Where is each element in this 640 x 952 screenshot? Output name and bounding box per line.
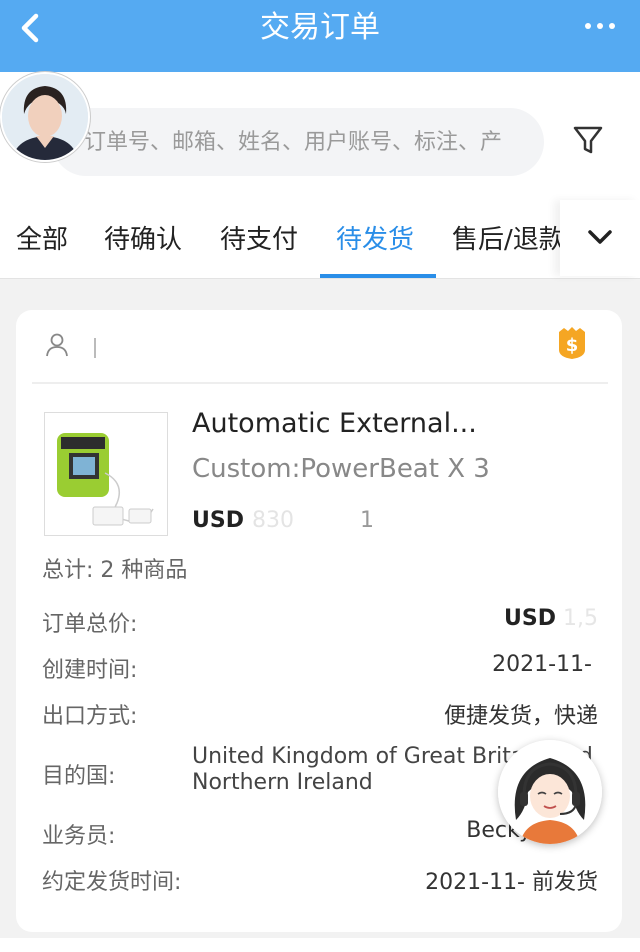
filter-icon[interactable] — [570, 122, 606, 158]
more-button[interactable] — [580, 16, 620, 40]
user-photo — [2, 74, 88, 160]
total-price-amount: 1,5 — [563, 606, 598, 631]
total-price-value: USD 1,5 — [504, 606, 598, 631]
ship-by-label: 约定发货时间: — [42, 870, 182, 895]
product-price-tail: 1 — [360, 508, 374, 533]
order-card-header — [16, 310, 622, 382]
tab-pending-shipment[interactable]: 待发货 — [336, 206, 414, 278]
ship-by-value: 2021-11- 前发货 — [425, 870, 598, 895]
svg-text:$: $ — [566, 335, 579, 356]
search-input[interactable] — [84, 108, 538, 176]
tab-pending-payment[interactable]: 待支付 — [220, 206, 298, 278]
more-icon — [585, 23, 615, 29]
aed-device-image — [45, 413, 167, 535]
page-title: 交易订单 — [260, 10, 380, 45]
product-price-currency: USD — [192, 508, 244, 533]
total-items: 总计: 2 种商品 — [42, 558, 188, 583]
tabs-expand-button[interactable] — [560, 200, 640, 276]
avatar[interactable] — [0, 72, 90, 162]
total-price-label: 订单总价: — [42, 612, 138, 637]
tab-all[interactable]: 全部 — [16, 206, 68, 278]
buyer-name-placeholder — [94, 338, 96, 358]
salesperson-label: 业务员: — [42, 824, 116, 849]
active-tab-indicator — [320, 274, 436, 278]
tab-pending-confirm[interactable]: 待确认 — [104, 206, 182, 278]
divider — [32, 382, 608, 384]
chevron-down-icon — [588, 230, 612, 244]
created-time-value: 2021-11- — [492, 652, 592, 677]
status-tabs: 全部 待确认 待支付 待发货 售后/退款 — [0, 206, 640, 279]
created-time-label: 创建时间: — [42, 658, 138, 683]
product-sku: Custom:PowerBeat X 3 — [192, 454, 490, 484]
tab-after-sales[interactable]: 售后/退款 — [452, 206, 565, 278]
headset-agent-icon — [498, 740, 602, 844]
money-badge-icon: $ — [559, 327, 585, 359]
destination-label: 目的国: — [42, 764, 116, 789]
product-image[interactable] — [44, 412, 168, 536]
product-price-value: 830 — [252, 508, 294, 533]
export-method-label: 出口方式: — [42, 704, 138, 729]
customer-support-button[interactable] — [498, 740, 602, 844]
total-price-currency: USD — [504, 606, 556, 631]
user-icon — [46, 333, 68, 357]
export-method-value: 便捷发货，快递 — [443, 704, 598, 729]
next-card-edge — [0, 938, 640, 952]
chevron-left-icon[interactable] — [14, 10, 50, 46]
product-title[interactable]: Automatic External... — [192, 408, 477, 439]
